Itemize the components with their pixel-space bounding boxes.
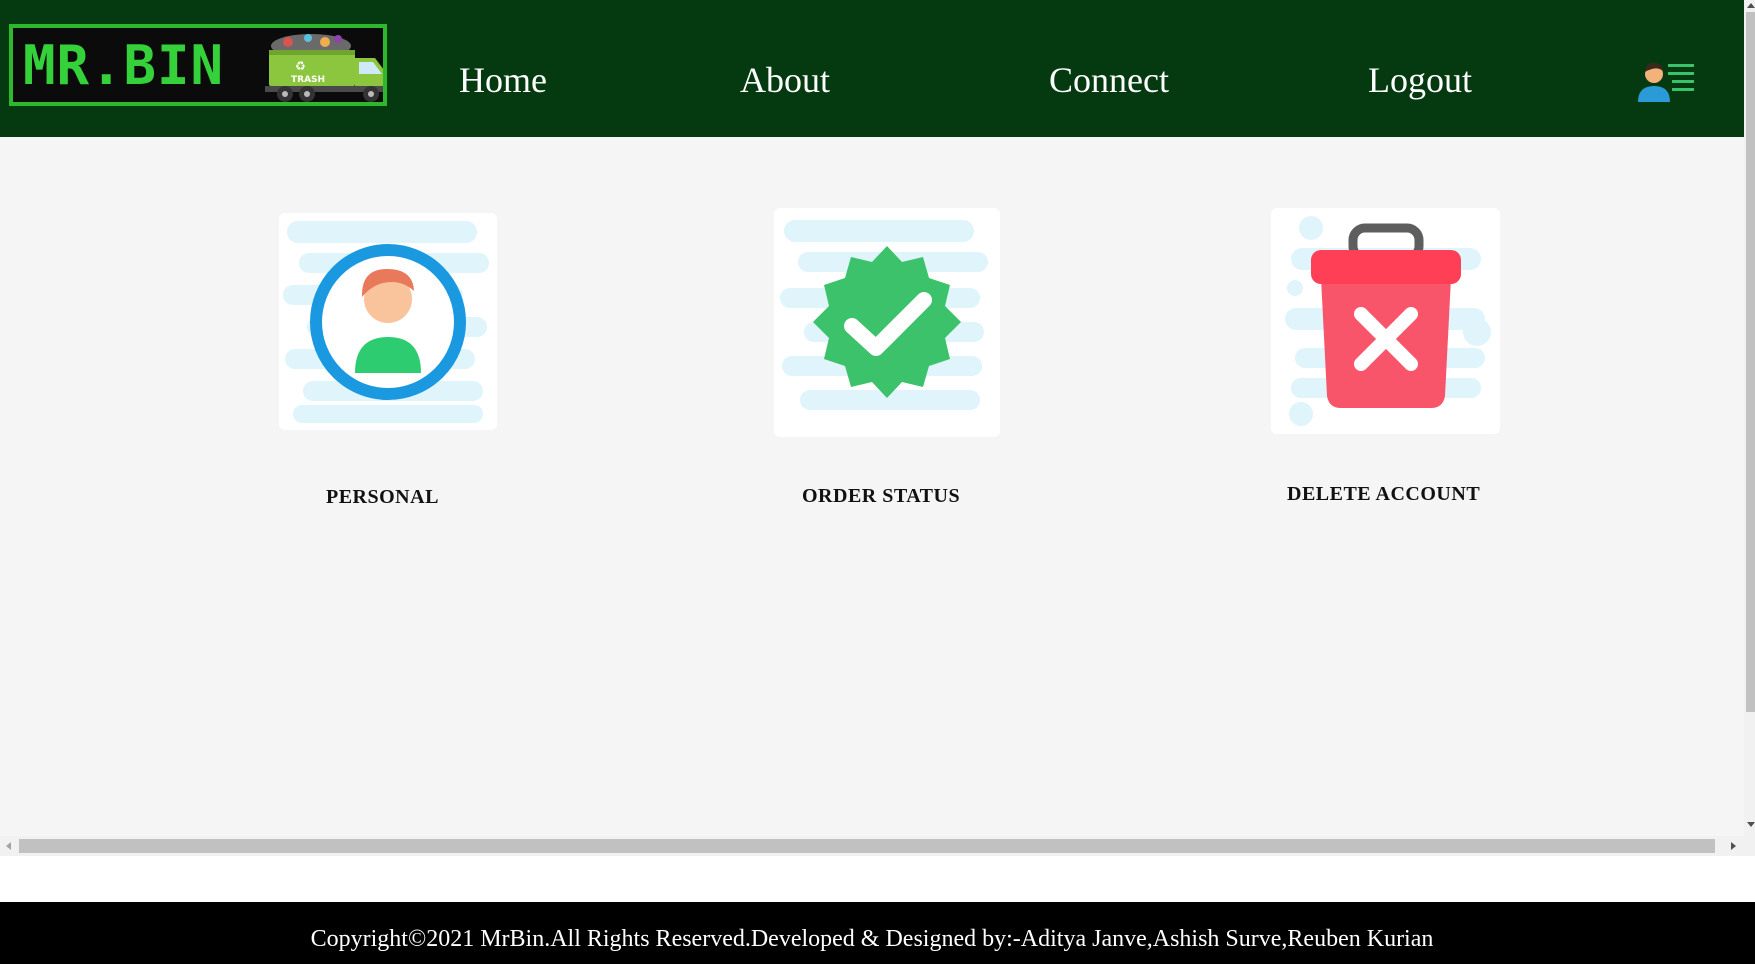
horizontal-scrollbar-thumb[interactable] bbox=[19, 839, 1715, 853]
delete-account-card[interactable]: DELETE ACCOUNT bbox=[1271, 208, 1506, 513]
verified-check-icon bbox=[780, 220, 988, 410]
scroll-left-arrow-icon[interactable] bbox=[6, 842, 11, 850]
nav-about-link[interactable]: About bbox=[740, 58, 830, 102]
mrbin-logo[interactable]: MR.BIN ♻ TRASH bbox=[9, 24, 387, 106]
scroll-right-arrow-icon[interactable] bbox=[1731, 842, 1736, 850]
user-profile-icon bbox=[283, 221, 489, 423]
garbage-truck-icon: ♻ TRASH bbox=[265, 34, 383, 102]
order-status-card-label[interactable]: ORDER STATUS bbox=[802, 485, 960, 508]
order-status-card[interactable]: ORDER STATUS bbox=[774, 208, 1004, 513]
nav-connect-link[interactable]: Connect bbox=[1049, 58, 1169, 102]
personal-card-image[interactable] bbox=[279, 213, 497, 430]
scroll-up-arrow-icon[interactable] bbox=[1747, 3, 1755, 8]
top-navbar: MR.BIN ♻ TRASH Home About Connect Logout bbox=[0, 0, 1744, 137]
vertical-scrollbar-thumb[interactable] bbox=[1746, 12, 1755, 712]
user-menu-icon[interactable] bbox=[1634, 56, 1696, 104]
vertical-scrollbar[interactable] bbox=[1744, 0, 1755, 856]
page-gap bbox=[0, 856, 1755, 902]
delete-bin-icon bbox=[1285, 216, 1491, 426]
delete-account-card-image[interactable] bbox=[1271, 208, 1500, 434]
personal-card-label[interactable]: PERSONAL bbox=[326, 486, 439, 509]
order-status-card-image[interactable] bbox=[774, 208, 1000, 437]
delete-account-card-label[interactable]: DELETE ACCOUNT bbox=[1287, 483, 1480, 506]
logo-text: MR.BIN bbox=[23, 34, 225, 97]
horizontal-scrollbar[interactable] bbox=[0, 836, 1744, 856]
nav-home-link[interactable]: Home bbox=[459, 58, 547, 102]
page: MR.BIN ♻ TRASH Home About Connect Logout… bbox=[0, 0, 1755, 964]
svg-text:♻: ♻ bbox=[295, 59, 306, 73]
footer: Copyright©2021 MrBin.All Rights Reserved… bbox=[0, 902, 1755, 964]
copyright-text: Copyright©2021 MrBin.All Rights Reserved… bbox=[310, 926, 1434, 952]
truck-label: TRASH bbox=[291, 75, 325, 85]
nav-logout-link[interactable]: Logout bbox=[1368, 58, 1472, 102]
personal-card[interactable]: PERSONAL bbox=[279, 213, 499, 513]
scroll-down-arrow-icon[interactable] bbox=[1747, 822, 1755, 827]
